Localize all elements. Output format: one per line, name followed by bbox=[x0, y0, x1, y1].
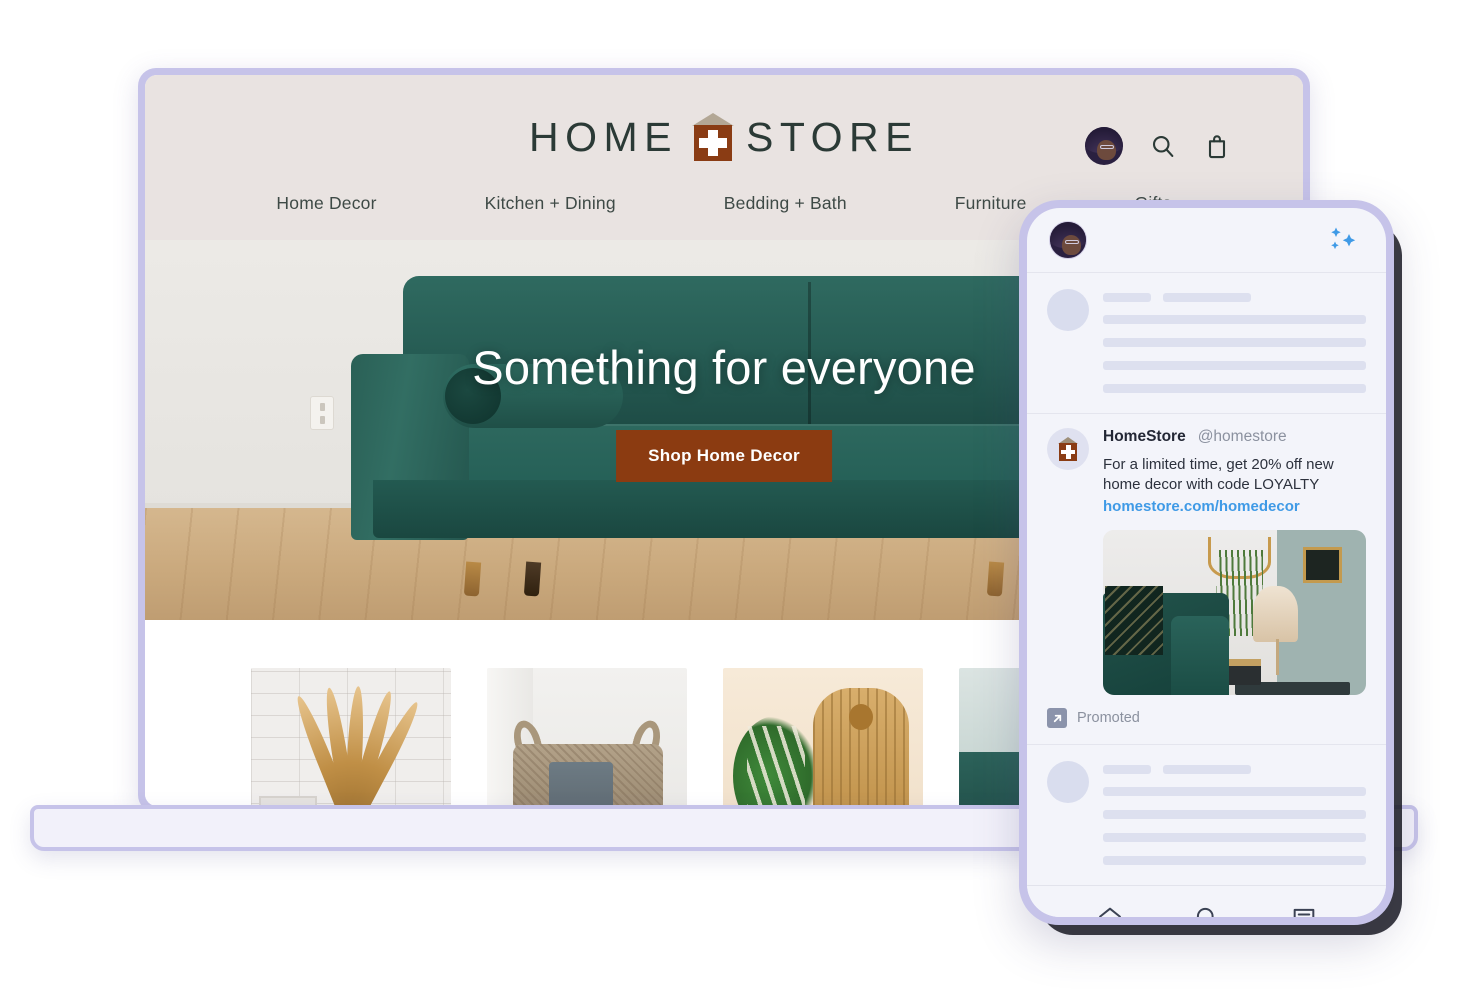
cart-icon[interactable] bbox=[1203, 132, 1231, 160]
skeleton-bar bbox=[1103, 338, 1366, 347]
skeleton-lines bbox=[1103, 289, 1366, 393]
promoted-post-link[interactable]: homestore.com/homedecor bbox=[1103, 496, 1366, 517]
house-plus-icon bbox=[692, 113, 734, 161]
skeleton-bar bbox=[1103, 361, 1366, 370]
author-display-name[interactable]: HomeStore bbox=[1103, 428, 1186, 446]
promoted-label: Promoted bbox=[1077, 710, 1140, 726]
phone-top-bar bbox=[1027, 208, 1386, 272]
skeleton-bar bbox=[1103, 315, 1366, 324]
ad-wall-art bbox=[1302, 546, 1343, 583]
skeleton-bar bbox=[1103, 765, 1151, 774]
nav-item-home-decor[interactable]: Home Decor bbox=[222, 193, 430, 214]
skeleton-bar bbox=[1103, 384, 1366, 393]
ad-lamp-shade bbox=[1252, 586, 1298, 643]
user-avatar[interactable] bbox=[1049, 221, 1087, 259]
author-handle[interactable]: @homestore bbox=[1198, 428, 1287, 446]
phone-bezel: HomeStore @homestore For a limited time,… bbox=[1019, 200, 1394, 925]
monstera-leaf bbox=[733, 716, 819, 806]
skeleton-post-top bbox=[1027, 273, 1386, 413]
product-card-rattan-chair[interactable] bbox=[723, 668, 923, 806]
skeleton-bar bbox=[1103, 787, 1366, 796]
skeleton-bar bbox=[1103, 810, 1366, 819]
ad-patterned-pillow bbox=[1105, 586, 1163, 656]
phone-screen: HomeStore @homestore For a limited time,… bbox=[1027, 208, 1386, 917]
sofa-leg bbox=[523, 561, 542, 597]
homestore-avatar-icon[interactable] bbox=[1047, 428, 1089, 470]
logo-word-home: HOME bbox=[529, 113, 678, 160]
skeleton-lines bbox=[1103, 761, 1366, 865]
nav-item-kitchen-dining[interactable]: Kitchen + Dining bbox=[431, 193, 670, 214]
account-avatar[interactable] bbox=[1085, 127, 1123, 165]
skeleton-avatar bbox=[1047, 761, 1089, 803]
sofa-leg bbox=[986, 561, 1005, 597]
avatar-glasses bbox=[1065, 240, 1079, 244]
promoted-post-text: For a limited time, get 20% off new home… bbox=[1103, 456, 1334, 493]
promoted-badge-row[interactable]: Promoted bbox=[1027, 695, 1386, 744]
shop-home-decor-button[interactable]: Shop Home Decor bbox=[616, 430, 832, 482]
avatar-glasses bbox=[1100, 145, 1114, 149]
chair-knob bbox=[849, 704, 873, 730]
promoted-post-author-row: HomeStore @homestore bbox=[1103, 428, 1366, 446]
basket-towel bbox=[549, 762, 613, 806]
search-icon[interactable] bbox=[1193, 904, 1221, 917]
ad-candle-jar bbox=[1226, 658, 1262, 686]
promoted-post-image[interactable] bbox=[1103, 530, 1366, 695]
plus-horizontal bbox=[699, 138, 727, 148]
skeleton-bar bbox=[1163, 293, 1251, 302]
avatar-face bbox=[1062, 235, 1081, 255]
message-icon[interactable] bbox=[1290, 904, 1318, 917]
ad-sofa-arm bbox=[1171, 615, 1230, 695]
logo-word-store: STORE bbox=[746, 113, 919, 160]
skeleton-avatar bbox=[1047, 289, 1089, 331]
avatar-face bbox=[1097, 140, 1116, 160]
sparkles-icon[interactable] bbox=[1326, 225, 1360, 255]
promoted-post-body: HomeStore @homestore For a limited time,… bbox=[1103, 428, 1366, 695]
ad-lamp-stem bbox=[1276, 638, 1280, 676]
diagonal-arrow-icon bbox=[1047, 708, 1067, 728]
skeleton-head-row bbox=[1103, 293, 1366, 302]
product-card-woven-basket[interactable] bbox=[487, 668, 687, 806]
nav-item-bedding-bath[interactable]: Bedding + Bath bbox=[670, 193, 901, 214]
search-icon[interactable] bbox=[1149, 132, 1177, 160]
skeleton-bar bbox=[1103, 293, 1151, 302]
skeleton-head-row bbox=[1103, 765, 1366, 774]
phone-mockup: HomeStore @homestore For a limited time,… bbox=[1019, 200, 1394, 925]
sofa-leg bbox=[463, 561, 482, 597]
skeleton-bar bbox=[1163, 765, 1251, 774]
skeleton-post-bottom bbox=[1027, 745, 1386, 885]
phone-bottom-nav bbox=[1027, 885, 1386, 917]
plus-horizontal bbox=[1061, 449, 1075, 454]
skeleton-bar bbox=[1103, 856, 1366, 865]
promoted-post: HomeStore @homestore For a limited time,… bbox=[1027, 414, 1386, 695]
skeleton-bar bbox=[1103, 833, 1366, 842]
header-actions bbox=[1085, 127, 1231, 165]
site-logo[interactable]: HOME STORE bbox=[529, 113, 919, 161]
product-card-pampas-grass[interactable] bbox=[251, 668, 451, 806]
home-icon[interactable] bbox=[1096, 904, 1124, 917]
